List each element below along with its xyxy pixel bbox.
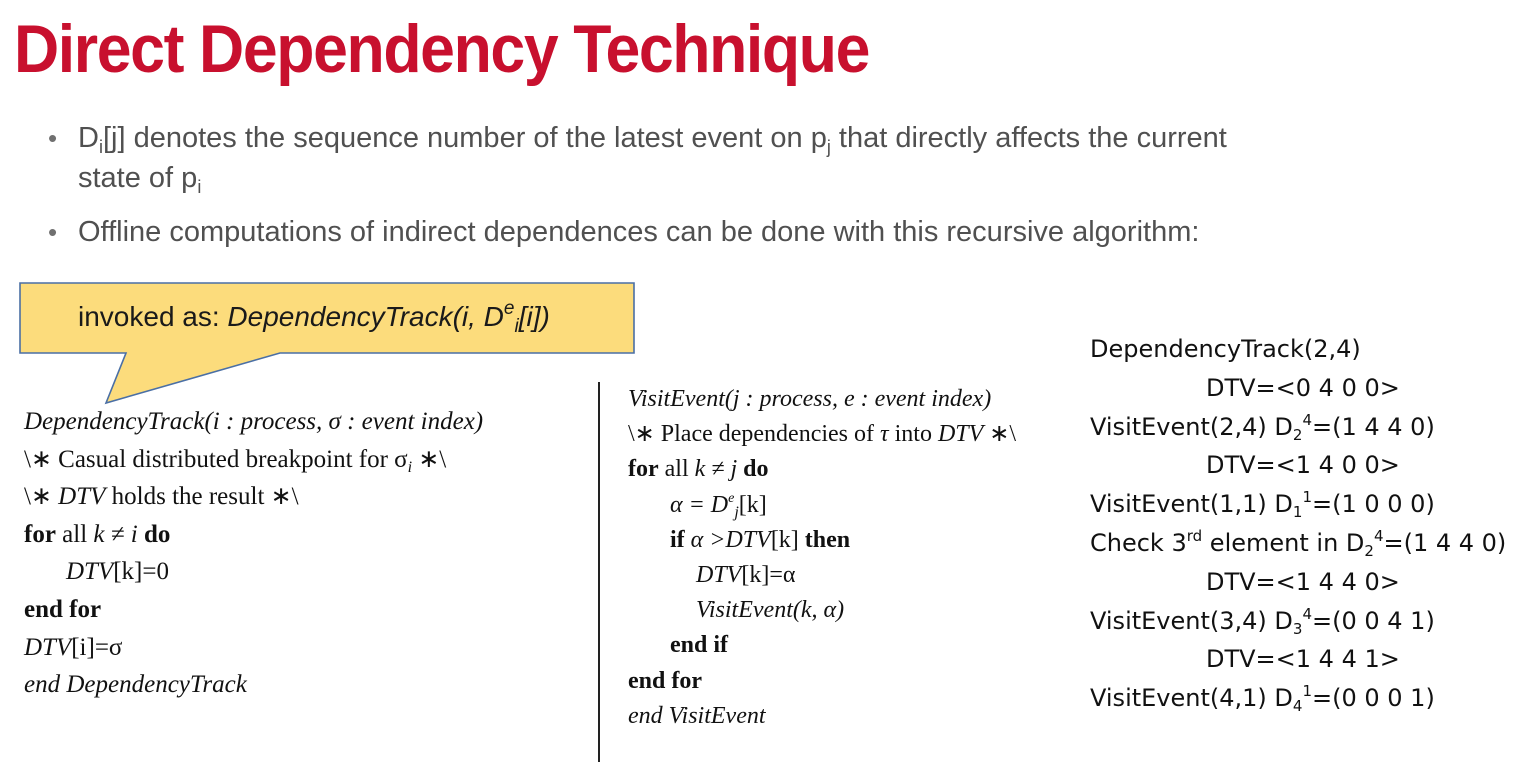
- algo-line: end if: [670, 632, 729, 659]
- execution-trace: DependencyTrack(2,4) DTV=<0 4 0 0> Visit…: [1090, 330, 1506, 718]
- trace-line: DTV=<1 4 4 1>: [1206, 645, 1400, 674]
- callout-text: invoked as: DependencyTrack(i, Dei[i]): [78, 298, 550, 337]
- bullet-marker: •: [48, 217, 58, 247]
- algo-line: end VisitEvent: [628, 702, 766, 729]
- algo-line: \∗ DTV holds the result ∗\: [24, 483, 299, 511]
- column-divider: [598, 382, 600, 762]
- visit-event-algorithm: VisitEvent(j : process, e : event index)…: [628, 382, 1016, 734]
- bullet-marker: •: [48, 123, 58, 153]
- algo-line: end for: [628, 667, 702, 694]
- algo-line: for all k ≠ i do: [24, 520, 171, 548]
- trace-line: VisitEvent(3,4) D34=(0 0 4 1): [1090, 604, 1435, 638]
- trace-line: DTV=<1 4 0 0>: [1206, 451, 1400, 480]
- algo-line: DependencyTrack(i : process, σ : event i…: [24, 408, 484, 435]
- algo-line: VisitEvent(k, α): [696, 597, 845, 624]
- trace-line: DTV=<0 4 0 0>: [1206, 373, 1400, 402]
- bullet-item: • Di[j] denotes the sequence number of t…: [48, 118, 1408, 198]
- bullet-text-1: Di[j] denotes the sequence number of the…: [78, 122, 1227, 197]
- trace-line: VisitEvent(4,1) D41=(0 0 0 1): [1090, 682, 1435, 716]
- trace-line: VisitEvent(2,4) D24=(1 4 4 0): [1090, 410, 1435, 444]
- algo-line: if α >DTV[k] then: [670, 526, 851, 553]
- algo-line: end for: [24, 595, 102, 623]
- algo-line: DTV[k]=α: [696, 561, 796, 588]
- algo-line: DTV[i]=σ: [24, 633, 123, 661]
- bullet-item: • Offline computations of indirect depen…: [48, 212, 1408, 252]
- algo-line: \∗ Casual distributed breakpoint for σi …: [24, 445, 447, 476]
- trace-line: Check 3rd element in D24=(1 4 4 0): [1090, 526, 1507, 560]
- trace-line: DependencyTrack(2,4): [1090, 335, 1361, 363]
- dependency-track-algorithm: DependencyTrack(i : process, σ : event i…: [24, 403, 483, 704]
- bullet-list: • Di[j] denotes the sequence number of t…: [48, 118, 1408, 266]
- callout-shape: [19, 282, 635, 405]
- algo-line: DTV[k]=0: [66, 558, 169, 586]
- invocation-callout: invoked as: DependencyTrack(i, Dei[i]): [18, 281, 638, 406]
- slide-title: Direct Dependency Technique: [14, 11, 870, 87]
- algo-line: for all k ≠ j do: [628, 456, 769, 483]
- trace-line: VisitEvent(1,1) D11=(1 0 0 0): [1090, 488, 1435, 522]
- trace-line: DTV=<1 4 4 0>: [1206, 567, 1400, 596]
- algo-line: end DependencyTrack: [24, 671, 247, 699]
- algo-line: α = Dej[k]: [670, 490, 767, 521]
- algo-line: VisitEvent(j : process, e : event index): [628, 386, 992, 412]
- algo-line: \∗ Place dependencies of τ into DTV ∗\: [628, 421, 1017, 448]
- bullet-text-2: Offline computations of indirect depende…: [78, 216, 1200, 248]
